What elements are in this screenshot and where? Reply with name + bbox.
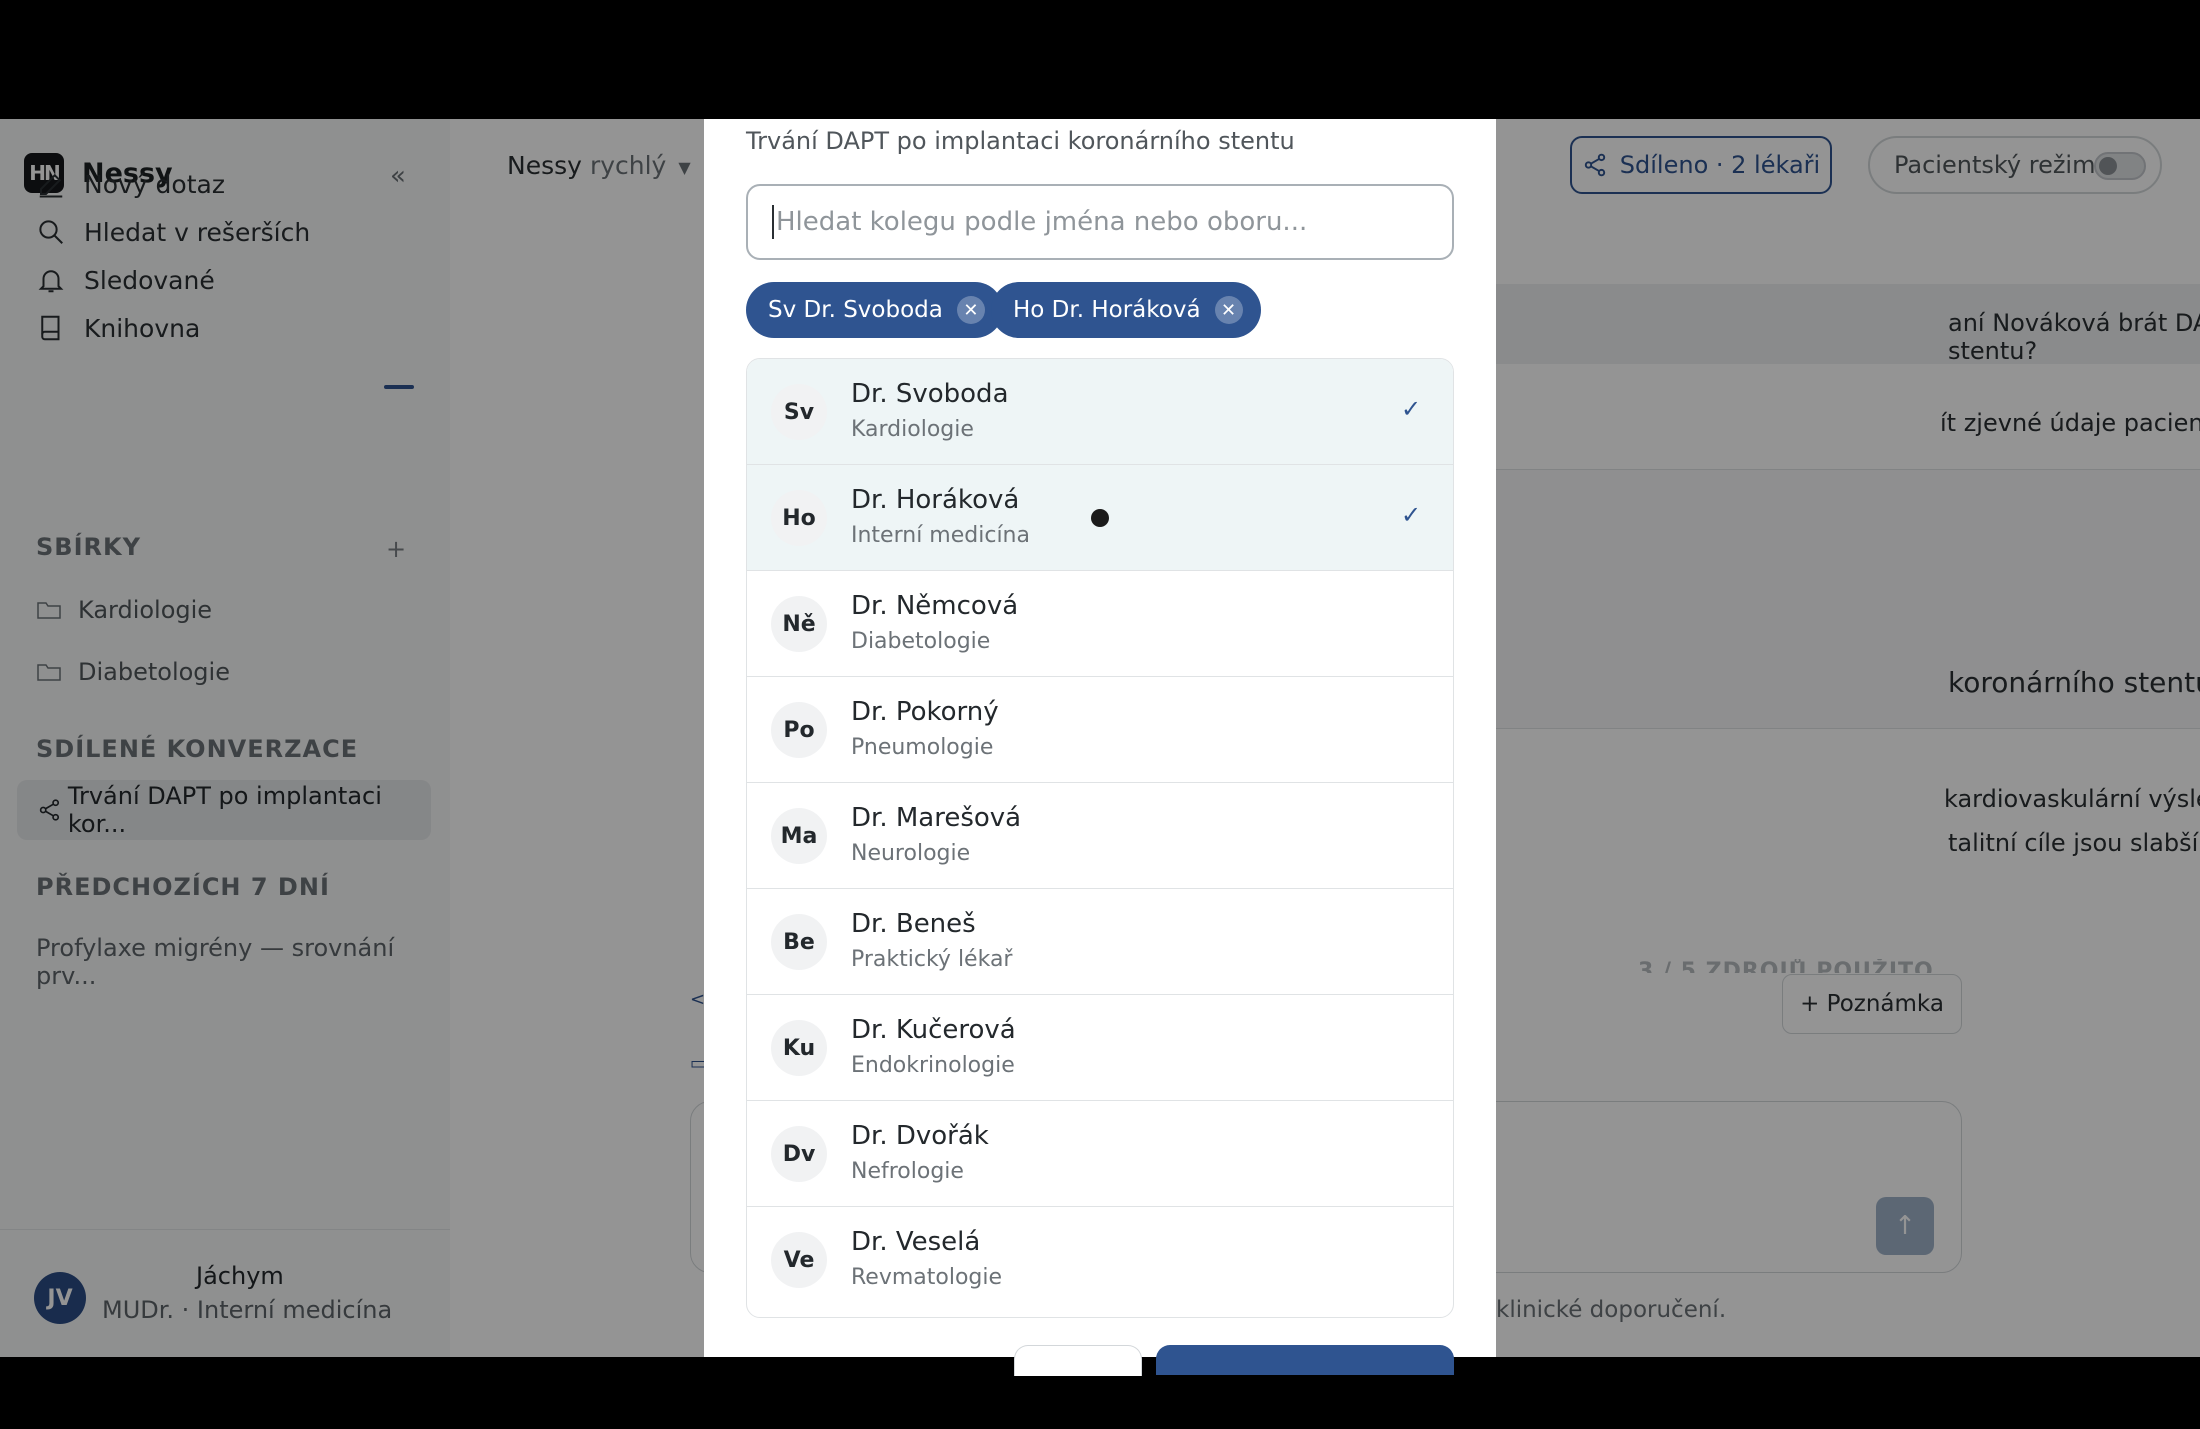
- colleague-avatar: Ně: [771, 596, 827, 652]
- colleague-list: Sv Dr. Svoboda Kardiologie ✓ Ho Dr. Horá…: [746, 358, 1454, 1318]
- colleague-specialty: Nefrologie: [851, 1159, 964, 1184]
- selected-chip-svoboda: Sv Dr. Svoboda ✕: [746, 282, 1003, 338]
- colleague-specialty: Diabetologie: [851, 629, 991, 654]
- colleague-name: Dr. Dvořák: [851, 1121, 989, 1151]
- colleague-row[interactable]: Ve Dr. Veselá Revmatologie: [747, 1207, 1453, 1313]
- colleague-row[interactable]: Ma Dr. Marešová Neurologie: [747, 783, 1453, 889]
- colleague-name: Dr. Beneš: [851, 909, 976, 939]
- colleague-specialty: Interní medicína: [851, 523, 1030, 548]
- colleague-avatar: Ve: [771, 1232, 827, 1288]
- check-icon: ✓: [1401, 501, 1422, 529]
- colleague-avatar: Dv: [771, 1126, 827, 1182]
- colleague-name: Dr. Svoboda: [851, 379, 1009, 409]
- colleague-avatar: Ku: [771, 1020, 827, 1076]
- colleague-specialty: Kardiologie: [851, 417, 974, 442]
- colleague-name: Dr. Veselá: [851, 1227, 981, 1257]
- colleague-row[interactable]: Sv Dr. Svoboda Kardiologie ✓: [747, 359, 1453, 465]
- colleague-avatar: Sv: [771, 384, 827, 440]
- remove-chip-icon[interactable]: ✕: [1214, 296, 1243, 324]
- mouse-cursor: [1091, 509, 1109, 527]
- colleague-avatar: Po: [771, 702, 827, 758]
- colleague-specialty: Endokrinologie: [851, 1053, 1015, 1078]
- colleague-name: Dr. Horáková: [851, 485, 1020, 515]
- colleague-name: Dr. Marešová: [851, 803, 1022, 833]
- colleague-avatar: Ho: [771, 490, 827, 546]
- colleague-name: Dr. Kučerová: [851, 1015, 1016, 1045]
- chip-label: Ho Dr. Horáková: [1013, 297, 1201, 323]
- colleague-row[interactable]: Ku Dr. Kučerová Endokrinologie: [747, 995, 1453, 1101]
- colleague-row[interactable]: Dv Dr. Dvořák Nefrologie: [747, 1101, 1453, 1207]
- chip-label: Sv Dr. Svoboda: [768, 297, 943, 323]
- colleague-name: Dr. Pokorný: [851, 697, 999, 727]
- share-modal: Trvání DAPT po implantaci koronárního st…: [704, 119, 1496, 1376]
- search-placeholder: Hledat kolegu podle jména nebo oboru...: [776, 207, 1308, 237]
- colleague-specialty: Pneumologie: [851, 735, 994, 760]
- colleague-avatar: Ma: [771, 808, 827, 864]
- check-icon: ✓: [1401, 395, 1422, 423]
- colleague-search-input[interactable]: Hledat kolegu podle jména nebo oboru...: [746, 184, 1454, 260]
- remove-chip-icon[interactable]: ✕: [956, 296, 985, 324]
- colleague-row[interactable]: Be Dr. Beneš Praktický lékař: [747, 889, 1453, 995]
- confirm-share-button[interactable]: [1156, 1345, 1454, 1375]
- modal-title: Trvání DAPT po implantaci koronárního st…: [746, 127, 1295, 155]
- cancel-button[interactable]: [1014, 1345, 1142, 1376]
- colleague-row[interactable]: Ně Dr. Němcová Diabetologie: [747, 571, 1453, 677]
- colleague-specialty: Revmatologie: [851, 1265, 1003, 1290]
- colleague-name: Dr. Němcová: [851, 591, 1019, 621]
- selected-chip-horakova: Ho Dr. Horáková ✕: [991, 282, 1261, 338]
- colleague-specialty: Praktický lékař: [851, 947, 1013, 972]
- colleague-row[interactable]: Po Dr. Pokorný Pneumologie: [747, 677, 1453, 783]
- colleague-avatar: Be: [771, 914, 827, 970]
- colleague-specialty: Neurologie: [851, 841, 971, 866]
